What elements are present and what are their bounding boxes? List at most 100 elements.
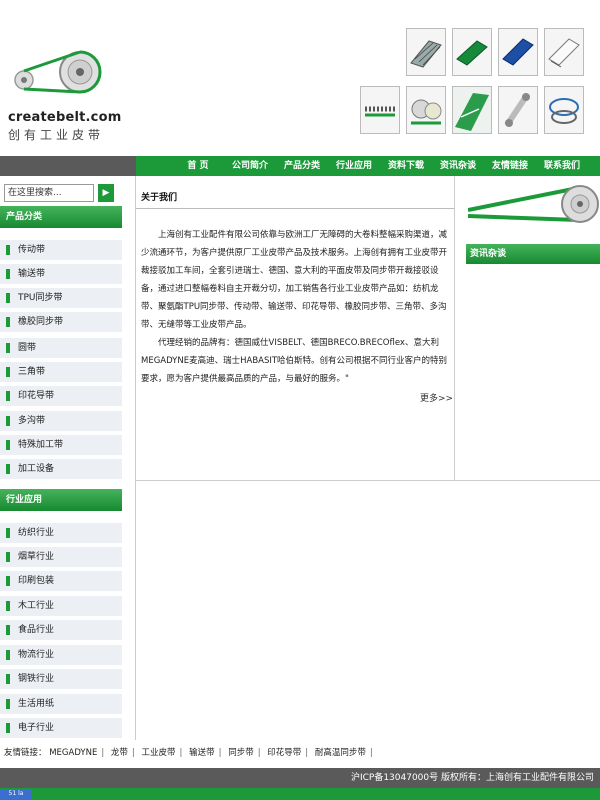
sidebar-item-industry[interactable]: 纺织行业 [0,523,122,543]
sidebar-item-label: 烟草行业 [18,552,55,562]
nav-products[interactable]: 产品分类 [276,156,328,176]
sidebar-item-label: 特殊加工带 [18,440,64,450]
sidebar-item-label: 输送带 [18,269,46,279]
friend-link[interactable]: 工业皮带 [142,748,176,758]
sidebar-item-industry[interactable]: 食品行业 [0,620,122,640]
friend-link[interactable]: 输送带 [189,748,215,758]
sidebar-item-label: 食品行业 [18,625,55,635]
bullet-icon [6,317,10,327]
bullet-icon [6,650,10,660]
nav-contact[interactable]: 联系我们 [536,156,588,176]
sidebar-item-industry[interactable]: 物流行业 [0,645,122,665]
friend-link[interactable]: 印花导带 [267,748,301,758]
friend-link[interactable]: 耐高温同步带 [315,748,366,758]
sidebar-item-label: 圆带 [18,343,37,353]
sidebar-item-product[interactable]: 加工设备 [0,459,122,479]
bullet-icon [6,625,10,635]
sidebar-item-industry[interactable]: 印刷包装 [0,571,122,591]
modular-belt-icon[interactable] [406,28,446,76]
white-belt-icon[interactable] [544,28,584,76]
sidebar-item-industry[interactable]: 烟草行业 [0,547,122,567]
sidebar-item-product[interactable]: 三角带 [0,362,122,382]
more-link[interactable]: 更多>> [420,391,453,404]
separator: | [179,748,183,758]
nav-links[interactable]: 友情链接 [484,156,536,176]
bullet-icon [6,552,10,562]
sidebar-item-label: 多沟带 [18,416,46,426]
sidebar-item-industry[interactable]: 木工行业 [0,596,122,616]
roller-belt-icon[interactable] [406,86,446,134]
sidebar-item-product[interactable]: 印花导带 [0,386,122,406]
about-body: 上海创有工业配件有限公司依靠与欧洲工厂无障碍的大卷料整幅采购渠道，减少流通环节，… [141,226,449,388]
sidebar-item-label: 印刷包装 [18,576,55,586]
news-section-title: 资讯杂谈 [466,244,600,264]
round-belt-icon[interactable] [544,86,584,134]
separator: | [305,748,309,758]
stats-badge[interactable]: 51 la [0,789,32,799]
friend-link[interactable]: MEGADYNE [49,748,97,758]
roll-belt-icon[interactable] [498,86,538,134]
sidebar-item-product[interactable]: TPU同步带 [0,288,122,308]
copyright-text: 沪ICP备13047000号 版权所有：上海创有工业配件有限公司 [350,773,594,783]
nav-news[interactable]: 资讯杂谈 [432,156,484,176]
sidebar-item-industry[interactable]: 钢铁行业 [0,669,122,689]
blue-belt-icon[interactable] [498,28,538,76]
nav-about[interactable]: 公司简介 [224,156,276,176]
separator: | [131,748,135,758]
column-divider [454,176,455,480]
bullet-icon [6,416,10,426]
sidebar-item-label: 橡胶同步带 [18,317,64,327]
sidebar-item-product[interactable]: 橡胶同步带 [0,312,122,332]
divider [136,480,600,481]
green-belt-icon[interactable] [452,28,492,76]
products-section-title: 产品分类 [0,206,122,228]
green-conveyor-icon[interactable] [452,86,492,134]
sidebar-item-label: 电子行业 [18,723,55,733]
friend-link[interactable]: 龙带 [111,748,128,758]
footer-green-bar [0,788,600,800]
bullet-icon [6,464,10,474]
sidebar-item-label: 加工设备 [18,464,55,474]
friend-links: 友情链接： MEGADYNE | 龙带 | 工业皮带 | 输送带 | 同步带 | 印花导带… [4,746,377,758]
bullet-icon [6,674,10,684]
about-header [136,184,454,209]
bullet-icon [6,723,10,733]
nav-downloads[interactable]: 资料下载 [380,156,432,176]
separator: | [369,748,373,758]
separator: | [218,748,222,758]
logo-brand-name: 创有工业皮带 [8,128,105,142]
sidebar-item-label: 三角带 [18,367,46,377]
sidebar-item-product[interactable]: 多沟带 [0,411,122,431]
pulley-logo-icon[interactable] [8,50,104,110]
sidebar-item-product[interactable]: 传动带 [0,240,122,260]
sidebar-item-industry[interactable]: 电子行业 [0,718,122,738]
friend-link[interactable]: 同步带 [228,748,254,758]
industries-section-title: 行业应用 [0,489,122,511]
sidebar-item-industry[interactable]: 生活用纸 [0,694,122,714]
sidebar-item-label: 钢铁行业 [18,674,55,684]
sidebar-item-label: 印花导带 [18,391,55,401]
sidebar-item-label: 纺织行业 [18,528,55,538]
bullet-icon [6,343,10,353]
bullet-icon [6,269,10,279]
sidebar-item-label: TPU同步带 [18,293,63,303]
nav-industries[interactable]: 行业应用 [328,156,380,176]
search-button[interactable]: ▶ [98,184,114,202]
sidebar-item-label: 传动带 [18,245,46,255]
friend-links-label: 友情链接： [4,748,47,758]
about-paragraph: 代理经销的品牌有：德国威仕VISBELT、德国BRECO.BRECOflex、意… [141,338,448,384]
separator: | [101,748,105,758]
search-input[interactable]: 在这里搜索... [4,184,94,202]
separator: | [257,748,261,758]
nav-home[interactable]: 首 页 [172,156,224,176]
bullet-icon [6,699,10,709]
timing-belt-icon[interactable] [360,86,400,134]
bullet-icon [6,440,10,450]
bullet-icon [6,245,10,255]
sidebar-item-product[interactable]: 输送带 [0,264,122,284]
sidebar-item-label: 生活用纸 [18,699,55,709]
sidebar-item-product[interactable]: 特殊加工带 [0,435,122,455]
sidebar-item-label: 木工行业 [18,601,55,611]
sidebar-item-product[interactable]: 圆带 [0,338,122,358]
logo-domain[interactable]: createbelt.com [8,110,121,125]
